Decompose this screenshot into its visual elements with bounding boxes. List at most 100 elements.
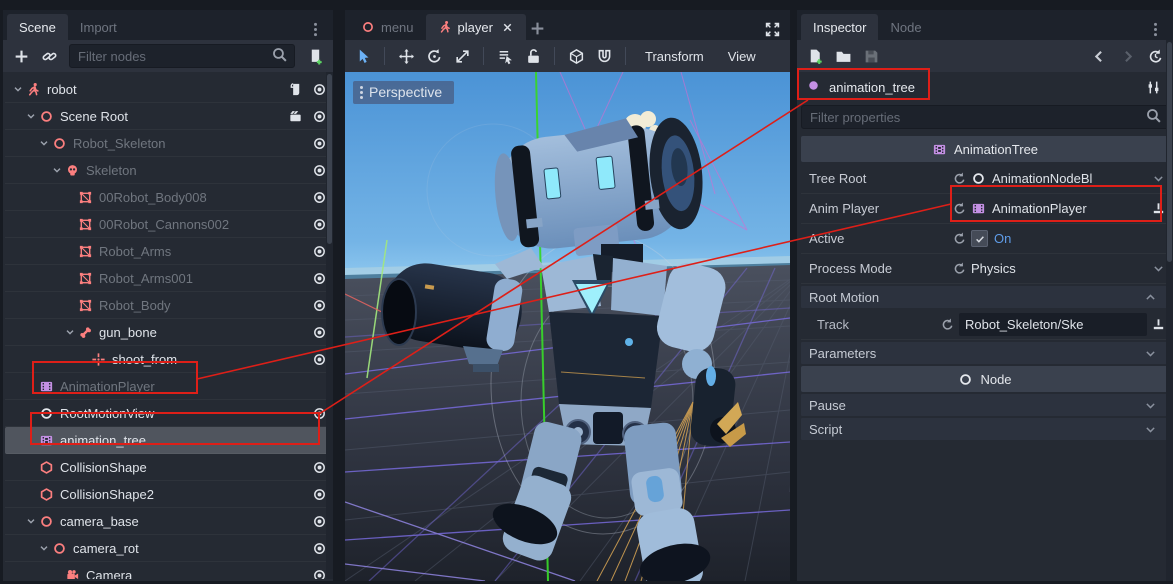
mesh-instance-icon [77,244,94,259]
property-value-field[interactable]: On [971,227,1147,250]
revert-icon[interactable] [947,231,971,246]
save-resource-button[interactable] [859,44,883,68]
3d-viewport[interactable]: Perspective [345,72,790,581]
close-tab-icon[interactable] [501,21,514,34]
collapse-arrow-icon[interactable] [11,83,25,95]
object-tools-icon[interactable] [1141,75,1165,99]
node-button script-icon[interactable] [283,82,307,97]
scene-tree-scrollbar[interactable] [326,72,333,579]
tree-row-animation_tree[interactable]: animation_tree [5,427,331,454]
revert-icon[interactable] [947,261,971,276]
property-tree-root[interactable]: Tree RootAnimationNodeBl [801,164,1169,194]
property-value: Physics [971,261,1016,276]
section-pause[interactable]: Pause [801,394,1169,416]
chevron-up-icon [1139,291,1161,304]
tree-row-Robot_Arms001[interactable]: Robot_Arms001 [5,265,331,292]
property-value-field[interactable]: Robot_Skeleton/Ske [959,313,1147,336]
category-animationtree[interactable]: AnimationTree [801,136,1169,162]
property-track[interactable]: TrackRobot_Skeleton/Ske [801,310,1169,340]
load-resource-button[interactable] [831,44,855,68]
dock-options-icon[interactable] [303,17,327,41]
tree-row-AnimationPlayer[interactable]: AnimationPlayer [5,373,331,400]
tree-row-camera_rot[interactable]: camera_rot [5,535,331,562]
collapse-arrow-icon[interactable] [24,515,38,527]
property-value-field[interactable]: Physics [971,257,1147,280]
tree-row-camera_base[interactable]: camera_base [5,508,331,535]
checkbox-checked[interactable] [971,230,988,247]
section-parameters[interactable]: Parameters [801,342,1169,364]
tab-inspector[interactable]: Inspector [801,14,878,40]
instance-scene-button[interactable] [37,44,61,68]
tree-row-Robot_Skeleton[interactable]: Robot_Skeleton [5,130,331,157]
inspector-scrollbar[interactable] [1166,40,1173,581]
revert-icon[interactable] [935,317,959,332]
filter-nodes-input[interactable] [76,48,265,65]
property-value: AnimationPlayer [992,201,1087,216]
tree-row-Scene Root[interactable]: Scene Root [5,103,331,130]
property-anim-player[interactable]: Anim PlayerAnimationPlayer [801,194,1169,224]
collapse-arrow-icon[interactable] [37,137,51,149]
tab-import[interactable]: Import [68,14,129,40]
tree-row-00Robot_Cannons002[interactable]: 00Robot_Cannons002 [5,211,331,238]
scale-tool-icon[interactable] [450,44,474,68]
property-label: Active [809,231,947,246]
property-value: On [994,231,1011,246]
tree-row-Robot_Body[interactable]: Robot_Body [5,292,331,319]
collapse-arrow-icon[interactable] [50,164,64,176]
new-scene-tab-button[interactable] [526,16,550,40]
chevron-down-icon [1139,423,1161,436]
rotate-tool-icon[interactable] [422,44,446,68]
perspective-menu[interactable]: Perspective [353,81,454,104]
eye-icon [312,514,327,529]
edit-history-icon[interactable] [1143,44,1167,68]
transform-menu[interactable]: Transform [635,49,714,64]
snap-icon[interactable] [592,44,616,68]
node-button movie-clapper-icon[interactable] [283,109,307,124]
node-circle-icon [38,109,55,124]
tab-scene[interactable]: Scene [7,14,68,40]
section-root-motion[interactable]: Root Motion [801,286,1169,308]
tree-row-RootMotionView[interactable]: RootMotionView [5,400,331,427]
tree-row-00Robot_Body008[interactable]: 00Robot_Body008 [5,184,331,211]
new-resource-button[interactable] [803,44,827,68]
revert-icon[interactable] [947,171,971,186]
select-tool-icon[interactable] [351,44,375,68]
view-menu[interactable]: View [718,49,766,64]
dock-options-icon[interactable] [1143,17,1167,41]
section-script[interactable]: Script [801,418,1169,440]
tree-row-CollisionShape2[interactable]: CollisionShape2 [5,481,331,508]
eye-icon [312,244,327,259]
distraction-free-icon[interactable] [760,17,784,41]
history-back-icon[interactable] [1087,44,1111,68]
scene-tab-menu[interactable]: menu [349,14,426,40]
attach-script-button[interactable] [303,44,327,68]
collapse-arrow-icon[interactable] [24,110,38,122]
revert-icon[interactable] [947,201,971,216]
scene-tab-player[interactable]: player [426,14,526,40]
collapse-arrow-icon[interactable] [37,542,51,554]
inspector-dock: InspectorNode animation_tree AnimationTr… [797,10,1173,581]
tree-row-Skeleton[interactable]: Skeleton [5,157,331,184]
property-active[interactable]: Active On [801,224,1169,254]
tree-row-Camera[interactable]: Camera [5,562,331,579]
local-space-icon[interactable] [564,44,588,68]
history-forward-icon[interactable] [1115,44,1139,68]
move-tool-icon[interactable] [394,44,418,68]
collapse-arrow-icon[interactable] [63,326,77,338]
lock-icon[interactable] [521,44,545,68]
tree-node-label: CollisionShape2 [60,487,154,502]
property-process-mode[interactable]: Process ModePhysics [801,254,1169,284]
list-select-tool-icon[interactable] [493,44,517,68]
add-node-button[interactable] [9,44,33,68]
property-value-field[interactable]: AnimationPlayer [971,197,1147,220]
tree-row-gun_bone[interactable]: gun_bone [5,319,331,346]
filter-properties-input[interactable] [808,109,1139,126]
tab-node[interactable]: Node [878,14,933,40]
tree-row-robot[interactable]: robot [5,76,331,103]
category-node[interactable]: Node [801,366,1169,392]
tree-row-Robot_Arms[interactable]: Robot_Arms [5,238,331,265]
tree-row-CollisionShape[interactable]: CollisionShape [5,454,331,481]
tree-row-shoot_from[interactable]: shoot_from [5,346,331,373]
property-value-field[interactable]: AnimationNodeBl [971,167,1147,190]
animation-player-icon [971,201,986,216]
